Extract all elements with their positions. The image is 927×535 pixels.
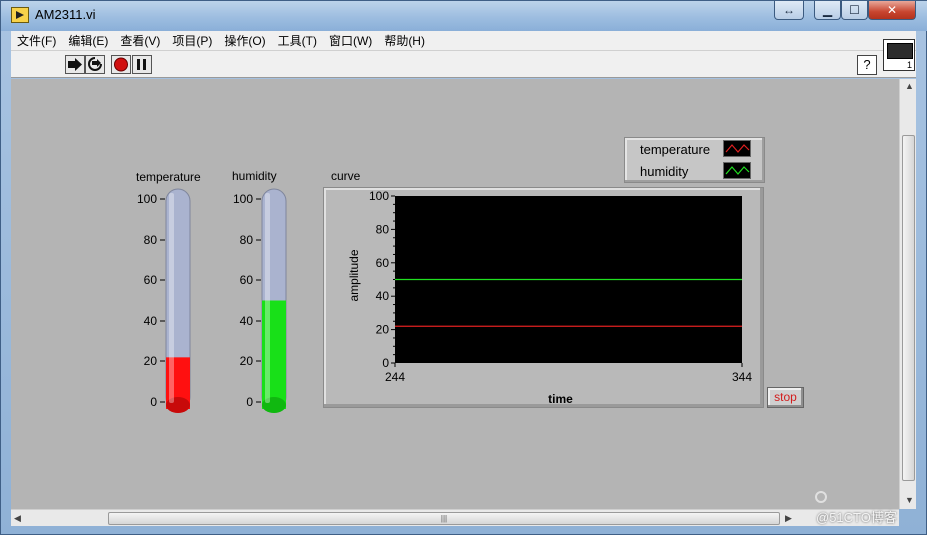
toolbar: ? 1 bbox=[11, 39, 916, 78]
menu-item-7[interactable]: 帮助(H) bbox=[378, 31, 431, 51]
y-axis-label: amplitude bbox=[347, 249, 361, 301]
temp-tick-40: 40 bbox=[143, 314, 157, 328]
menu-item-5[interactable]: 工具(T) bbox=[272, 31, 323, 51]
curve-label: curve bbox=[331, 169, 361, 183]
x-axis-label: time bbox=[548, 392, 573, 406]
title-bar[interactable]: AM2311.vi ↔ ▁ ☐ ✕ bbox=[1, 1, 927, 31]
temp-tick-60: 60 bbox=[143, 273, 157, 287]
temperature-thermometer[interactable] bbox=[158, 185, 194, 417]
maximize-button[interactable]: ☐ bbox=[841, 1, 868, 20]
y-tick-label-5: 0 bbox=[382, 356, 389, 370]
menu-item-4[interactable]: 操作(O) bbox=[218, 31, 271, 51]
temp-tick-100: 100 bbox=[136, 192, 157, 206]
menu-bar: 文件(F) 编辑(E) 查看(V) 项目(P) 操作(O) 工具(T) 窗口(W) 帮助(H) bbox=[11, 31, 916, 51]
legend-humidity: humidity bbox=[640, 164, 689, 179]
scroll-up-icon[interactable]: ▲ bbox=[905, 81, 914, 91]
window-title: AM2311.vi bbox=[35, 7, 96, 22]
pause-icon[interactable] bbox=[132, 55, 152, 74]
watermark-icon bbox=[815, 491, 827, 503]
abort-execution-icon[interactable] bbox=[111, 55, 131, 74]
hum-tick-100: 100 bbox=[232, 192, 253, 206]
plot-legend[interactable]: temperature humidity bbox=[624, 137, 765, 183]
humidity-label: humidity bbox=[232, 169, 277, 183]
menu-item-3[interactable]: 项目(P) bbox=[166, 31, 218, 51]
hum-tick-40: 40 bbox=[239, 314, 253, 328]
hum-scale-ticks bbox=[256, 198, 261, 403]
run-arrow-icon[interactable] bbox=[65, 55, 85, 74]
labview-vi-icon bbox=[11, 7, 29, 23]
legend-humidity-swatch[interactable] bbox=[723, 162, 751, 179]
menu-item-0[interactable]: 文件(F) bbox=[11, 31, 62, 51]
menu-item-1[interactable]: 编辑(E) bbox=[62, 31, 114, 51]
legend-temperature: temperature bbox=[640, 142, 711, 157]
minimize-button[interactable]: ▁ bbox=[814, 1, 841, 20]
hum-tick-0: 0 bbox=[246, 395, 253, 409]
vertical-scroll-thumb[interactable] bbox=[902, 135, 915, 481]
x-tick-label-0: 244 bbox=[385, 370, 405, 384]
vi-icon-number: 1 bbox=[906, 60, 912, 70]
y-tick-label-1: 80 bbox=[376, 222, 390, 236]
stop-button[interactable]: stop bbox=[767, 387, 804, 408]
horizontal-scroll-thumb[interactable]: ||| bbox=[108, 512, 780, 525]
temp-tick-20: 20 bbox=[143, 354, 157, 368]
scroll-down-icon[interactable]: ▼ bbox=[905, 495, 914, 505]
legend-temperature-swatch[interactable] bbox=[723, 140, 751, 157]
context-help-button[interactable]: ? bbox=[857, 55, 877, 75]
scroll-left-icon[interactable]: ◀ bbox=[14, 513, 21, 524]
hum-tick-80: 80 bbox=[239, 233, 253, 247]
y-tick-label-0: 100 bbox=[369, 189, 389, 203]
temp-tick-0: 0 bbox=[150, 395, 157, 409]
vertical-scrollbar[interactable]: ▲ ▼ bbox=[899, 79, 916, 509]
labview-window: AM2311.vi ↔ ▁ ☐ ✕ 文件(F) 编辑(E) 查看(V) 项目(P) 操作… bbox=[0, 0, 927, 535]
temperature-label: temperature bbox=[136, 170, 201, 184]
x-tick-label-1: 344 bbox=[732, 370, 752, 384]
scroll-right-icon[interactable]: ▶ bbox=[785, 513, 792, 524]
temp-tick-80: 80 bbox=[143, 233, 157, 247]
run-continuously-icon[interactable] bbox=[85, 55, 105, 74]
close-button[interactable]: ✕ bbox=[868, 1, 916, 20]
menu-item-2[interactable]: 查看(V) bbox=[114, 31, 166, 51]
hum-tick-60: 60 bbox=[239, 273, 253, 287]
watermark: @51CTO博客 bbox=[816, 510, 897, 525]
temp-scale-ticks bbox=[160, 198, 165, 403]
y-tick-label-4: 20 bbox=[376, 323, 390, 337]
y-tick-label-3: 40 bbox=[376, 289, 390, 303]
chart-plot-area: 100 80 60 40 20 0244 344 time amplitude bbox=[347, 189, 752, 406]
vi-connector-icon[interactable]: 1 bbox=[883, 39, 915, 71]
horizontal-scrollbar[interactable]: ◀ ||| ▶ bbox=[11, 509, 899, 526]
humidity-thermometer[interactable] bbox=[254, 185, 290, 417]
y-tick-label-2: 60 bbox=[376, 256, 390, 270]
menu-item-6[interactable]: 窗口(W) bbox=[323, 31, 378, 51]
hum-tick-20: 20 bbox=[239, 354, 253, 368]
resize-icon[interactable]: ↔ bbox=[774, 1, 804, 20]
